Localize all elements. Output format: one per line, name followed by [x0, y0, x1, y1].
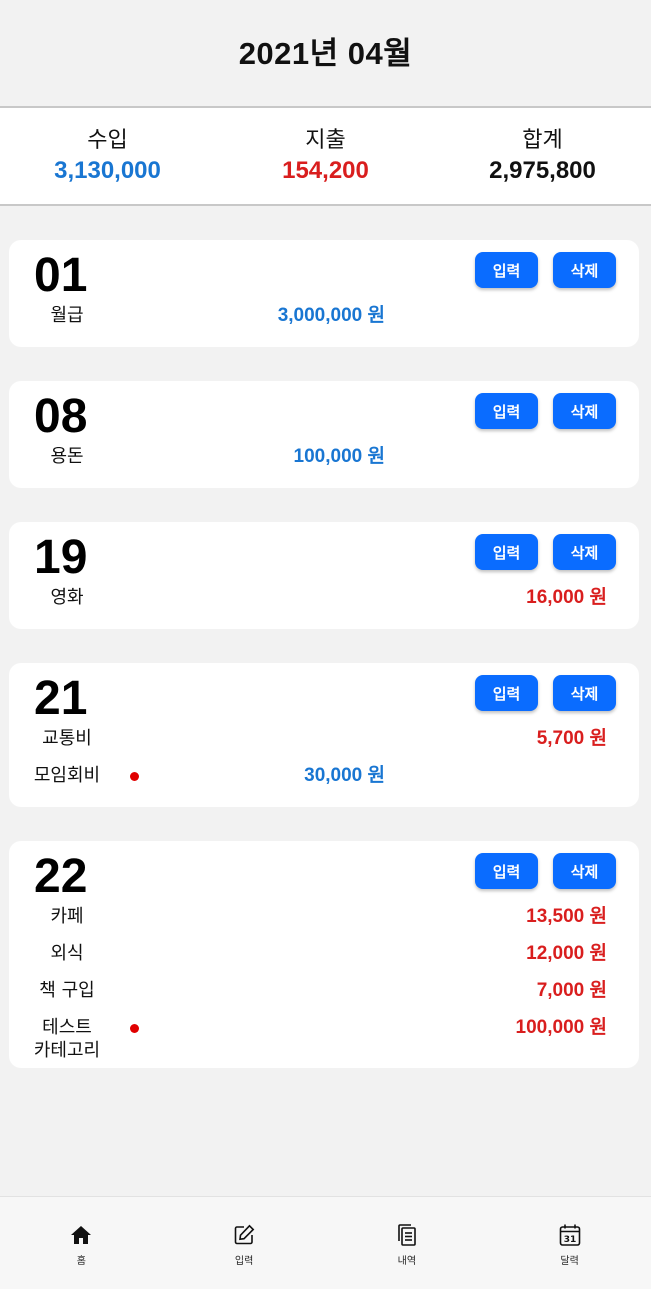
income-summary: 수입 3,130,000: [0, 108, 216, 204]
day-actions: 입력 삭제: [475, 252, 616, 288]
entry-row[interactable]: 책 구입 7,000 원: [9, 975, 639, 1012]
entry-category: 용돈: [50, 446, 84, 467]
income-amount: 30,000 원: [304, 765, 385, 786]
expense-value: 154,200: [282, 157, 369, 184]
income-value: 3,130,000: [54, 157, 161, 184]
entry-row[interactable]: 외식 12,000 원: [9, 938, 639, 975]
red-dot-icon: [130, 772, 139, 781]
summary-bar: 수입 3,130,000 지출 154,200 합계 2,975,800: [0, 108, 651, 206]
tab-history[interactable]: 내역: [326, 1197, 489, 1289]
red-dot-icon: [130, 1024, 139, 1033]
expense-amount: 13,500 원: [526, 906, 607, 927]
total-value: 2,975,800: [489, 157, 596, 184]
input-button[interactable]: 입력: [475, 534, 538, 570]
expense-amount: 16,000 원: [526, 587, 607, 608]
total-summary: 합계 2,975,800: [434, 108, 651, 204]
day-card: 22 입력 삭제 카페 13,500 원 외식 12,000 원책 구입 7,000 원 테스트…: [9, 841, 639, 1068]
tab-home[interactable]: 홈: [0, 1197, 163, 1289]
day-card: 19 입력 삭제 영화 16,000 원: [9, 522, 639, 629]
entry-category: 책 구입: [39, 980, 95, 1001]
input-button[interactable]: 입력: [475, 675, 538, 711]
expense-amount: 12,000 원: [526, 943, 607, 964]
calendar-badge: 31: [563, 1235, 576, 1245]
documents-icon: [398, 1224, 416, 1246]
delete-button[interactable]: 삭제: [553, 393, 616, 429]
entry-category: 영화: [50, 587, 84, 608]
income-amount: 3,000,000 원: [277, 305, 385, 326]
day-actions: 입력 삭제: [475, 534, 616, 570]
delete-button[interactable]: 삭제: [553, 675, 616, 711]
entry-category: 모임회비: [33, 765, 101, 786]
day-card: 08 입력 삭제 용돈 100,000 원: [9, 381, 639, 488]
calendar-icon: 31: [559, 1224, 580, 1246]
tab-input-label: 입력: [234, 1256, 254, 1267]
entry-category: 교통비: [42, 728, 92, 749]
tab-calendar[interactable]: 31 달력: [488, 1197, 651, 1289]
expense-label: 지출: [305, 128, 346, 153]
expense-summary: 지출 154,200: [217, 108, 434, 204]
delete-button[interactable]: 삭제: [553, 534, 616, 570]
entry-row[interactable]: 월급 3,000,000 원: [9, 300, 639, 337]
entry-row[interactable]: 용돈 100,000 원: [9, 441, 639, 478]
expense-amount: 5,700 원: [536, 728, 607, 749]
app-header: 2021년 04월: [0, 0, 651, 108]
day-card-list: 01 입력 삭제 월급 3,000,000 원 08 입력 삭제 용돈 100,000 원 19 입력…: [0, 206, 651, 1068]
entry-category: 카페: [50, 906, 84, 927]
total-label: 합계: [522, 128, 563, 153]
income-label: 수입: [87, 128, 128, 153]
entry-row[interactable]: 카페 13,500 원: [9, 901, 639, 938]
edit-icon: [234, 1224, 255, 1245]
input-button[interactable]: 입력: [475, 393, 538, 429]
day-actions: 입력 삭제: [475, 393, 616, 429]
entry-category: 월급: [50, 305, 84, 326]
day-card: 01 입력 삭제 월급 3,000,000 원: [9, 240, 639, 347]
entry-row[interactable]: 영화 16,000 원: [9, 582, 639, 619]
input-button[interactable]: 입력: [475, 853, 538, 889]
delete-button[interactable]: 삭제: [553, 853, 616, 889]
entry-category: 외식: [50, 943, 84, 964]
input-button[interactable]: 입력: [475, 252, 538, 288]
home-icon: [71, 1226, 92, 1244]
entry-row[interactable]: 테스트 카테고리 100,000 원: [9, 1012, 639, 1061]
day-actions: 입력 삭제: [475, 853, 616, 889]
tab-history-label: 내역: [397, 1256, 417, 1267]
tab-home-label: 홈: [76, 1256, 86, 1267]
day-actions: 입력 삭제: [475, 675, 616, 711]
month-title: 2021년 04월: [238, 35, 413, 71]
tab-input[interactable]: 입력: [163, 1197, 326, 1289]
day-card: 21 입력 삭제 교통비 5,700 원 모임회비 30,000 원: [9, 663, 639, 807]
entry-row[interactable]: 교통비 5,700 원: [9, 723, 639, 760]
delete-button[interactable]: 삭제: [553, 252, 616, 288]
entry-category: 테스트 카테고리: [33, 1017, 101, 1061]
income-amount: 100,000 원: [293, 446, 385, 467]
expense-amount: 100,000 원: [515, 1017, 607, 1038]
tab-calendar-label: 달력: [560, 1256, 579, 1267]
expense-amount: 7,000 원: [536, 980, 607, 1001]
bottom-tab-bar: 홈 입력 내역 31 달력: [0, 1196, 651, 1289]
entry-row[interactable]: 모임회비 30,000 원: [9, 760, 639, 797]
